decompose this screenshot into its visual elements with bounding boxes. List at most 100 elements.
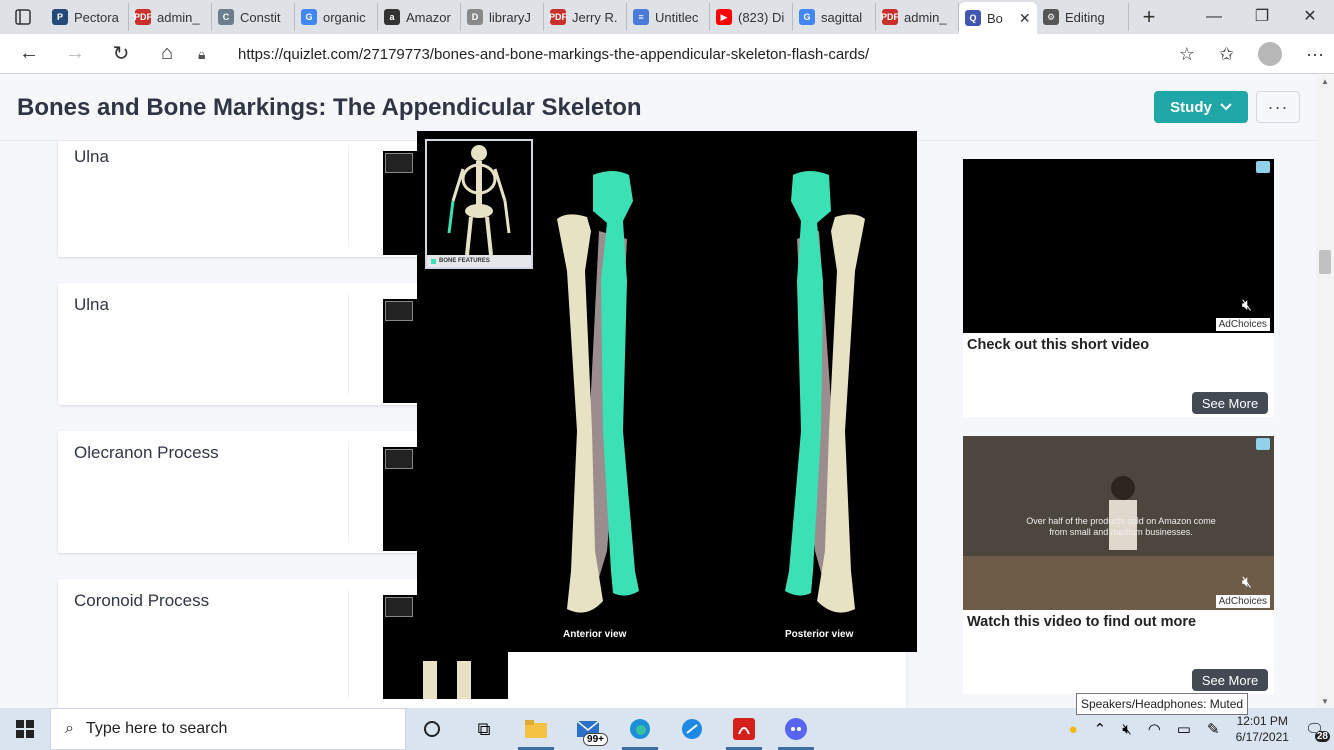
close-window-icon[interactable]: ✕ [1286, 0, 1334, 34]
tab-favicon-icon: PDF [549, 9, 567, 25]
anterior-view-label: Anterior view [563, 629, 627, 640]
tab-label: Jerry R. [572, 9, 618, 25]
lock-icon[interactable]: 🔒︎ [198, 46, 218, 63]
mail-icon[interactable]: 99+ [562, 708, 614, 750]
clock-time: 12:01 PM [1236, 714, 1288, 728]
chevron-down-icon [1220, 103, 1232, 111]
notification-count: 28 [1314, 731, 1330, 742]
volume-muted-icon[interactable]: 🔇︎ [1122, 721, 1131, 738]
see-more-button[interactable]: See More [1192, 669, 1268, 691]
adchoices-link[interactable]: AdChoices [1215, 318, 1270, 331]
enlarged-image-modal[interactable]: BONE FEATURES Anterior view Posterior vi… [417, 131, 917, 652]
scrollbar-thumb[interactable] [1319, 250, 1331, 274]
tab-bar: P Pectora PDF admin_ C Constit Gorganic a Amazor… [0, 0, 1334, 34]
browser-tab[interactable]: PDF admin_ [129, 3, 212, 31]
restore-icon[interactable]: ❐ [1238, 0, 1286, 34]
tab-label: libraryJ [489, 9, 531, 25]
card-term: Ulna [74, 147, 109, 166]
battery-icon[interactable]: ▭ [1177, 720, 1191, 738]
tray-chevron-up-icon[interactable]: ⌃ [1094, 720, 1107, 738]
skeleton-thumb-icon [385, 449, 413, 469]
browser-tab[interactable]: a Amazor [378, 3, 461, 31]
tab-favicon-icon: D [467, 9, 483, 25]
favorite-add-icon[interactable]: ☆ [1179, 44, 1195, 65]
forward-icon[interactable]: → [52, 42, 98, 65]
browser-tab[interactable]: DlibraryJ [461, 3, 544, 31]
adchoices-link[interactable]: AdChoices [1215, 595, 1270, 608]
taskbar-search[interactable]: ⌕ Type here to search [50, 708, 406, 750]
ad-title[interactable]: Check out this short video [967, 337, 1149, 353]
ad-video[interactable]: 🔇︎ AdChoices [963, 159, 1274, 333]
browser-tab[interactable]: Q Bo ✕ [959, 2, 1037, 34]
browser-tab[interactable]: ⚙ Editing [1037, 3, 1129, 31]
home-icon[interactable]: ⌂ [144, 42, 190, 65]
weather-icon[interactable]: ● [1069, 721, 1078, 738]
browser-tab[interactable]: ≡ Untitlec [627, 3, 710, 31]
tab-label: Untitlec [655, 9, 699, 25]
tab-label: Amazor [406, 9, 451, 25]
tab-label: organic [323, 9, 366, 25]
windows-start-icon[interactable] [0, 720, 50, 738]
browser-tab[interactable]: Gorganic [295, 3, 378, 31]
task-view-icon[interactable]: ⧉ [458, 708, 510, 750]
study-button[interactable]: Study [1154, 91, 1248, 123]
muted-speaker-icon[interactable]: 🔇︎ [1242, 297, 1252, 315]
clock[interactable]: 12:01 PM 6/17/2021 [1236, 713, 1289, 745]
tab-favicon-icon: G [799, 9, 815, 25]
edge-browser-icon[interactable] [614, 708, 666, 750]
back-icon[interactable]: ← [6, 42, 52, 65]
notification-icon[interactable]: 🗨︎ 28 [1305, 720, 1330, 742]
muted-speaker-icon[interactable]: 🔇︎ [1242, 574, 1252, 592]
browser-tab[interactable]: PDF Jerry R. [544, 3, 627, 31]
url-text: https://quizlet.com/27179773/bones-and-b… [238, 45, 870, 63]
favorites-icon[interactable]: ✩ [1219, 44, 1234, 65]
inset-label: BONE FEATURES [427, 255, 531, 267]
acrobat-icon[interactable] [718, 708, 770, 750]
ad-title[interactable]: Watch this video to find out more [967, 614, 1196, 630]
tab-close-icon[interactable]: ✕ [1019, 10, 1031, 27]
tab-favicon-icon: ▶ [716, 9, 732, 25]
tab-favicon-icon: G [301, 9, 317, 25]
url-field[interactable]: 🔒︎ https://quizlet.com/27179773/bones-an… [198, 38, 1178, 70]
tab-actions-icon[interactable] [0, 0, 46, 34]
card-term: Ulna [74, 295, 109, 314]
mail-badge: 99+ [583, 733, 608, 746]
adchoices-icon[interactable] [1256, 438, 1270, 450]
tab-favicon-icon: C [218, 9, 234, 25]
browser-tab[interactable]: C Constit [212, 3, 295, 31]
skeleton-inset: BONE FEATURES [425, 139, 533, 269]
card-term: Coronoid Process [74, 591, 210, 610]
settings-menu-icon[interactable]: ··· [1306, 44, 1324, 65]
browser-tab[interactable]: Gsagittal [793, 3, 876, 31]
posterior-view-label: Posterior view [785, 629, 854, 640]
new-tab-button[interactable]: + [1129, 4, 1169, 30]
minimize-icon[interactable]: — [1190, 0, 1238, 34]
wifi-icon[interactable]: ◠ [1148, 720, 1161, 738]
search-icon: ⌕ [65, 720, 74, 737]
browser-tab[interactable]: ▶ (823) Di [710, 3, 793, 31]
adchoices-icon[interactable] [1256, 161, 1270, 173]
ad-panel-2[interactable]: Over half of the products sold on Amazon… [963, 436, 1274, 694]
address-bar: ← → ↻ ⌂ 🔒︎ https://quizlet.com/27179773/… [0, 34, 1334, 74]
discord-icon[interactable] [770, 708, 822, 750]
pen-icon[interactable]: ✎ [1207, 720, 1220, 738]
ad-overlay-text: Over half of the products sold on Amazon… [1026, 516, 1216, 537]
card-divider [348, 589, 349, 699]
see-more-button[interactable]: See More [1192, 392, 1268, 414]
ad-panel-1[interactable]: 🔇︎ AdChoices Check out this short video … [963, 159, 1274, 417]
cortana-icon[interactable] [406, 708, 458, 750]
browser-tab[interactable]: PDF admin_ [876, 3, 959, 31]
more-options-button[interactable]: ··· [1256, 91, 1300, 123]
refresh-icon[interactable]: ↻ [98, 41, 144, 66]
tab-label: Pectora [74, 9, 119, 25]
messenger-app-icon[interactable] [666, 708, 718, 750]
volume-tooltip: Speakers/Headphones: Muted [1076, 693, 1249, 715]
file-explorer-icon[interactable] [510, 708, 562, 750]
page-scrollbar[interactable]: ▲ ▼ [1316, 75, 1334, 708]
scroll-down-icon[interactable]: ▼ [1321, 697, 1329, 706]
ad-video[interactable]: Over half of the products sold on Amazon… [963, 436, 1274, 610]
profile-avatar[interactable] [1258, 42, 1283, 66]
scroll-up-icon[interactable]: ▲ [1321, 77, 1329, 86]
card-divider [348, 145, 349, 247]
browser-tab[interactable]: P Pectora [46, 3, 129, 31]
